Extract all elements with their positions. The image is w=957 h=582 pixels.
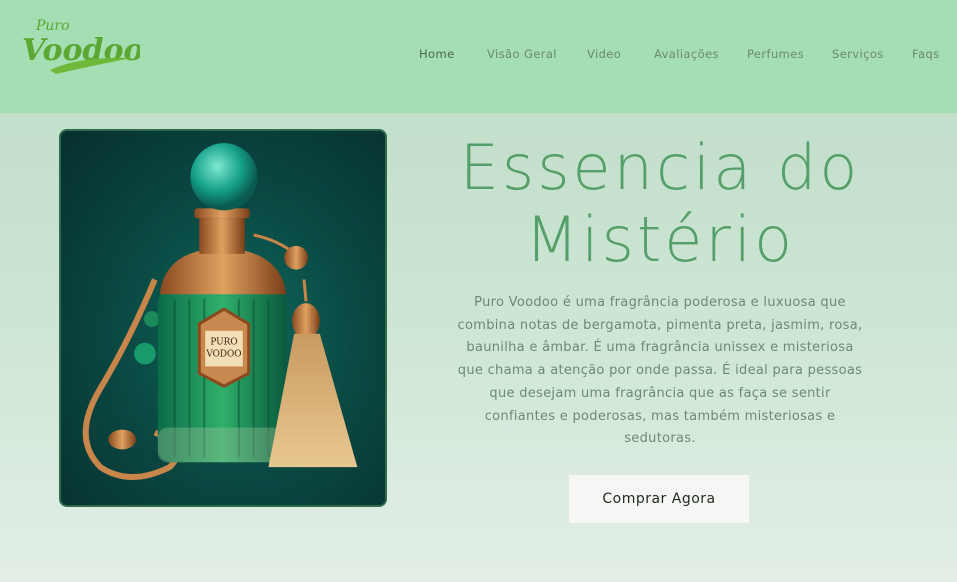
nav-avaliacoes[interactable]: Avaliações bbox=[654, 47, 719, 61]
image-label-line1: PURO bbox=[210, 338, 237, 348]
nav-servicos[interactable]: Serviços bbox=[832, 47, 884, 61]
image-label-line2: VODOO bbox=[205, 350, 241, 360]
hero-title-line1: Essencia do bbox=[459, 131, 861, 204]
site-header: Puro Voodoo Home Visão Geral Video Avali… bbox=[0, 0, 957, 113]
hero-title-line2: Mistério bbox=[524, 203, 796, 276]
nav-visao-geral[interactable]: Visão Geral bbox=[487, 47, 557, 61]
main-nav: Home Visão Geral Video Avaliações Perfum… bbox=[0, 47, 957, 67]
puro-voodoo-logo[interactable]: Puro Voodoo bbox=[20, 8, 144, 80]
nav-perfumes[interactable]: Perfumes bbox=[747, 47, 804, 61]
logo-small-text: Puro bbox=[35, 18, 70, 34]
perfume-bottle-image: PURO VODOO bbox=[59, 129, 387, 507]
nav-home[interactable]: Home bbox=[419, 47, 455, 61]
nav-video[interactable]: Video bbox=[587, 47, 621, 61]
hero-description: Puro Voodoo é uma fragrância poderosa e … bbox=[457, 295, 863, 447]
nav-faqs[interactable]: Faqs bbox=[912, 47, 940, 61]
buy-now-button[interactable]: Comprar Agora bbox=[569, 475, 749, 523]
hero-title: Essencia do Mistério bbox=[430, 132, 890, 276]
